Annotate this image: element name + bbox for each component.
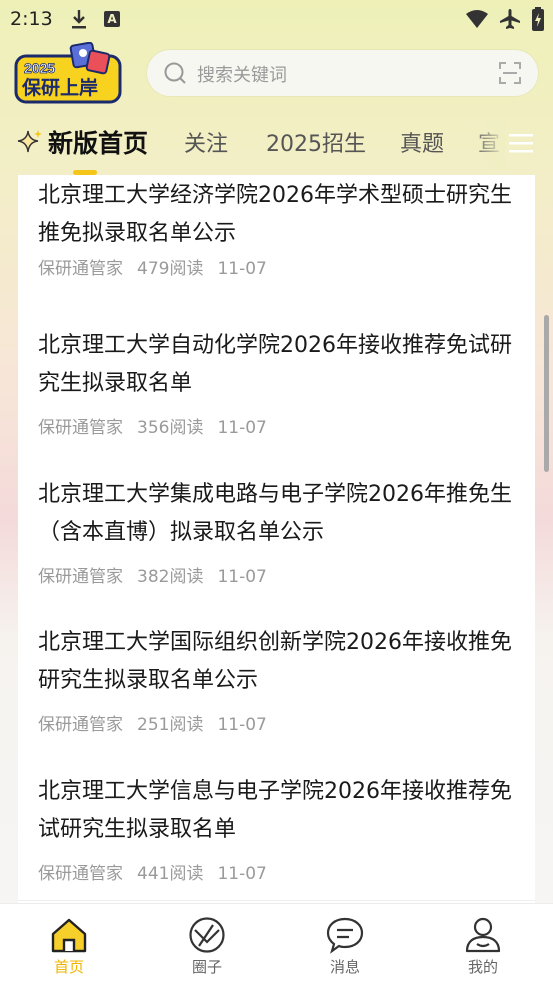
nav-circle-label: 圈子 — [191, 958, 222, 976]
article-date: 11-07 — [217, 418, 267, 438]
message-icon — [326, 917, 364, 954]
article-title[interactable]: 北京理工大学信息与电子学院2026年接收推荐免试研究生拟录取名单 — [38, 773, 518, 849]
article-meta: 保研通管家 479阅读 11-07 — [38, 254, 281, 279]
article-reads: 441阅读 — [137, 864, 204, 884]
article-author: 保研通管家 — [38, 418, 123, 438]
logo-text: 保研上岸 — [21, 76, 98, 99]
list-item[interactable]: 北京理工大学信息与电子学院2026年接收推荐免试研究生拟录取名单 保研通管家 44… — [18, 752, 535, 901]
nav-messages-label: 消息 — [329, 958, 360, 976]
article-meta: 保研通管家 441阅读 11-07 — [38, 859, 281, 884]
status-right — [465, 7, 545, 31]
nav-home[interactable]: 首页 — [29, 916, 109, 977]
tab-exam-questions[interactable]: 真题 — [400, 126, 444, 158]
article-date: 11-07 — [217, 864, 267, 884]
article-author: 保研通管家 — [38, 567, 123, 587]
article-reads: 479阅读 — [137, 259, 204, 279]
article-list: 北京理工大学经济学院2026年学术型硕士研究生推免拟录取名单公示 保研通管家 47… — [18, 175, 535, 903]
list-item[interactable]: 北京理工大学自动化学院2026年接收推荐免试研究生拟录取名单 保研通管家 356阅… — [18, 306, 535, 456]
article-title[interactable]: 北京理工大学集成电路与电子学院2026年推免生（含本直博）拟录取名单公示 — [38, 476, 518, 552]
list-item[interactable]: 北京理工大学集成电路与电子学院2026年推免生（含本直博）拟录取名单公示 保研通… — [18, 455, 535, 604]
logo-year: 2025 — [24, 60, 55, 76]
article-reads: 356阅读 — [137, 418, 204, 438]
download-icon — [72, 10, 86, 29]
status-time: 2:13 — [10, 8, 53, 30]
article-title[interactable]: 北京理工大学经济学院2026年学术型硕士研究生推免拟录取名单公示 — [38, 177, 518, 253]
nav-circle[interactable]: 圈子 — [167, 916, 247, 977]
app-notification-icon: A — [104, 11, 120, 27]
article-date: 11-07 — [217, 567, 267, 587]
article-date: 11-07 — [217, 259, 267, 279]
bottom-nav: 首页 圈子 消息 我的 — [0, 903, 553, 985]
scrollbar[interactable] — [544, 315, 549, 472]
wifi-icon — [466, 10, 488, 28]
article-author: 保研通管家 — [38, 259, 123, 279]
article-title[interactable]: 北京理工大学国际组织创新学院2026年接收推免研究生拟录取名单公示 — [38, 624, 518, 700]
search-icon — [164, 62, 186, 84]
list-item[interactable]: 北京理工大学国际组织创新学院2026年接收推免研究生拟录取名单公示 保研通管家 2… — [18, 603, 535, 753]
article-author: 保研通管家 — [38, 715, 123, 735]
home-icon — [51, 918, 87, 953]
circle-icon — [189, 917, 225, 953]
tab-follow[interactable]: 关注 — [184, 126, 228, 158]
battery-icon — [532, 7, 544, 31]
article-meta: 保研通管家 251阅读 11-07 — [38, 710, 281, 735]
status-bar: 2:13 A — [0, 0, 553, 40]
article-reads: 251阅读 — [137, 715, 204, 735]
tab-fade — [470, 120, 506, 170]
nav-profile-label: 我的 — [467, 958, 498, 976]
nav-profile[interactable]: 我的 — [443, 916, 523, 977]
list-item[interactable]: 北京理工大学经济学院2026年学术型硕士研究生推免拟录取名单公示 保研通管家 47… — [18, 175, 535, 307]
tab-home-new[interactable]: 新版首页 — [48, 124, 148, 160]
scan-icon[interactable] — [498, 61, 522, 85]
menu-icon[interactable] — [506, 130, 536, 156]
search-placeholder[interactable]: 搜索关键词 — [197, 61, 287, 87]
user-icon — [465, 917, 501, 953]
article-meta: 保研通管家 356阅读 11-07 — [38, 413, 281, 438]
nav-home-label: 首页 — [53, 958, 84, 976]
airplane-icon — [500, 9, 520, 29]
nav-messages[interactable]: 消息 — [305, 916, 385, 977]
article-author: 保研通管家 — [38, 864, 123, 884]
article-meta: 保研通管家 382阅读 11-07 — [38, 562, 281, 587]
search-bar[interactable]: 搜索关键词 — [147, 50, 538, 96]
tab-2025-admission[interactable]: 2025招生 — [266, 126, 366, 158]
app-logo[interactable]: 2025 保研上岸 — [14, 42, 126, 108]
article-title[interactable]: 北京理工大学自动化学院2026年接收推荐免试研究生拟录取名单 — [38, 327, 518, 403]
article-date: 11-07 — [217, 715, 267, 735]
article-reads: 382阅读 — [137, 567, 204, 587]
